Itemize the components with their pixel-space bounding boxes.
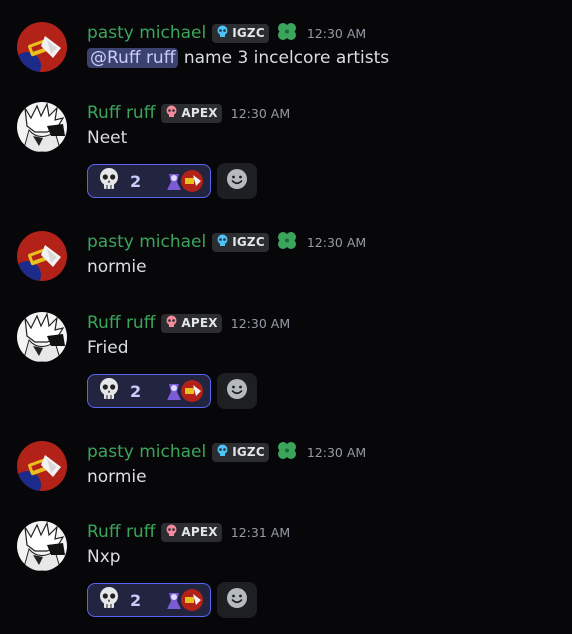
server-tag-label: IGZC <box>232 445 265 459</box>
username[interactable]: Ruff ruff <box>87 103 155 123</box>
timestamp: 12:30 AM <box>306 444 367 460</box>
skull-tag-icon <box>216 444 229 460</box>
username[interactable]: pasty michael <box>87 23 206 43</box>
reaction-count: 2 <box>130 171 142 191</box>
smile-icon <box>226 587 248 613</box>
user-mention[interactable]: @Ruff ruff <box>87 48 179 68</box>
server-tag[interactable]: APEX <box>161 313 222 333</box>
skull-tag-icon <box>216 25 229 41</box>
reactor-avatar-icon <box>181 380 204 402</box>
clover-icon <box>276 230 298 254</box>
reaction-count: 2 <box>130 381 142 401</box>
username[interactable]: Ruff ruff <box>87 313 155 333</box>
reactor-avatar-icon <box>181 589 204 611</box>
message-content: @Ruff ruff name 3 incelcore artists <box>87 48 389 68</box>
avatar[interactable] <box>17 441 67 491</box>
chat-log: pasty michael IGZC 12:30 AM @Ruff ruff n… <box>0 0 572 634</box>
reactor-avatars <box>163 170 204 192</box>
skull-tag-icon <box>216 234 229 250</box>
server-tag[interactable]: IGZC <box>212 232 269 252</box>
smile-icon <box>226 378 248 404</box>
clover-icon <box>276 440 298 464</box>
timestamp: 12:30 AM <box>306 25 367 41</box>
server-tag-label: APEX <box>181 106 218 120</box>
avatar[interactable] <box>17 102 67 152</box>
reaction-count: 2 <box>130 590 142 610</box>
avatar[interactable] <box>17 521 67 571</box>
skull-emoji-icon <box>97 586 121 614</box>
username[interactable]: Ruff ruff <box>87 522 155 542</box>
skull-emoji-icon <box>97 167 121 195</box>
avatar-pasty-michael-icon <box>17 231 67 281</box>
server-tag-label: APEX <box>181 316 218 330</box>
server-tag-label: IGZC <box>232 235 265 249</box>
smile-icon <box>226 168 248 194</box>
add-reaction-button[interactable] <box>217 582 257 618</box>
reactor-avatars <box>163 380 204 402</box>
avatar-ruff-ruff-icon <box>17 521 67 571</box>
avatar[interactable] <box>17 22 67 72</box>
server-tag-label: IGZC <box>232 26 265 40</box>
message-text: name 3 incelcore artists <box>183 48 390 68</box>
add-reaction-button[interactable] <box>217 163 257 199</box>
server-tag[interactable]: APEX <box>161 103 222 123</box>
message-content: Fried <box>87 338 129 358</box>
message-content: normie <box>87 257 147 277</box>
timestamp: 12:30 AM <box>230 315 291 331</box>
skull-reaction[interactable]: 2 <box>87 583 211 617</box>
timestamp: 12:30 AM <box>306 234 367 250</box>
add-reaction-button[interactable] <box>217 373 257 409</box>
message-text: Neet <box>87 128 128 148</box>
pink-skull-tag-icon <box>165 524 178 540</box>
skull-emoji-icon <box>97 377 121 405</box>
message-text: normie <box>87 257 147 277</box>
message-content: Nxp <box>87 547 121 567</box>
avatar[interactable] <box>17 312 67 362</box>
skull-reaction[interactable]: 2 <box>87 374 211 408</box>
reactions-bar: 2 <box>87 163 257 199</box>
avatar-ruff-ruff-icon <box>17 312 67 362</box>
avatar[interactable] <box>17 231 67 281</box>
message-text: Fried <box>87 338 129 358</box>
message-text: Nxp <box>87 547 121 567</box>
pink-skull-tag-icon <box>165 315 178 331</box>
avatar-pasty-michael-icon <box>17 22 67 72</box>
username[interactable]: pasty michael <box>87 442 206 462</box>
avatar-pasty-michael-icon <box>17 441 67 491</box>
username[interactable]: pasty michael <box>87 232 206 252</box>
server-tag[interactable]: IGZC <box>212 442 269 462</box>
reactor-avatar-icon <box>181 170 204 192</box>
timestamp: 12:30 AM <box>230 105 291 121</box>
reactions-bar: 2 <box>87 373 257 409</box>
server-tag-label: APEX <box>181 525 218 539</box>
reactor-avatars <box>163 589 204 611</box>
server-tag[interactable]: APEX <box>161 522 222 542</box>
pink-skull-tag-icon <box>165 105 178 121</box>
server-tag[interactable]: IGZC <box>212 23 269 43</box>
avatar-ruff-ruff-icon <box>17 102 67 152</box>
clover-icon <box>276 21 298 45</box>
message-content: Neet <box>87 128 127 148</box>
reactions-bar: 2 <box>87 582 257 618</box>
timestamp: 12:31 AM <box>230 524 291 540</box>
skull-reaction[interactable]: 2 <box>87 164 211 198</box>
message-text: normie <box>87 467 147 487</box>
message-content: normie <box>87 467 147 487</box>
